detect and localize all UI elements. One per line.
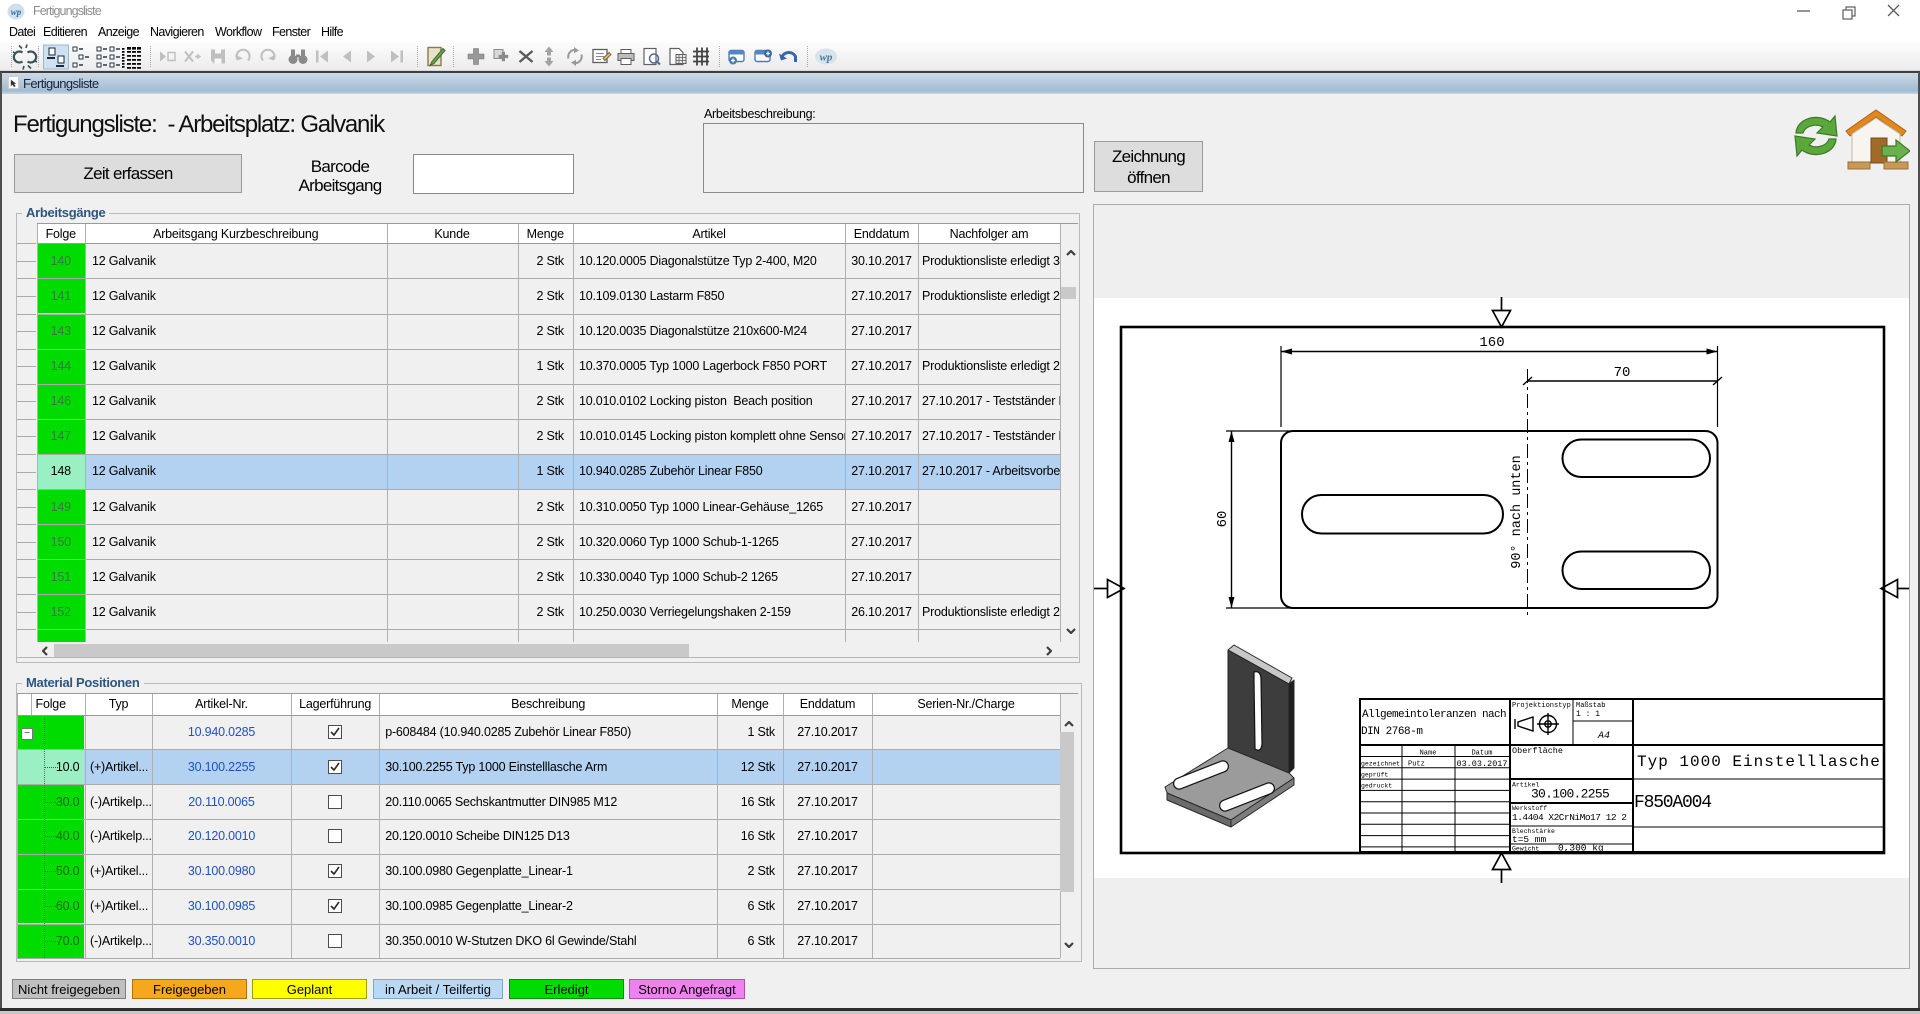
svg-text:90° nach unten: 90° nach unten xyxy=(1510,455,1525,568)
svg-text:70: 70 xyxy=(1614,365,1631,381)
svg-text:60: 60 xyxy=(1215,511,1231,528)
svg-text:Gewicht: Gewicht xyxy=(1512,846,1539,853)
svg-text:Datum: Datum xyxy=(1471,750,1492,758)
svg-text:Oberfläche: Oberfläche xyxy=(1512,746,1563,756)
svg-text:gedruckt: gedruckt xyxy=(1361,783,1392,790)
svg-text:t=5 mm: t=5 mm xyxy=(1512,834,1547,845)
svg-text:geprüft: geprüft xyxy=(1361,772,1388,779)
svg-text:Name: Name xyxy=(1420,750,1437,758)
svg-text:0,300 kg: 0,300 kg xyxy=(1558,843,1604,854)
svg-text:Typ 1000 Einstelllasche: Typ 1000 Einstelllasche xyxy=(1637,753,1881,771)
svg-text:Projektionstyp: Projektionstyp xyxy=(1512,702,1571,710)
svg-text:1.4404 X2CrNiMo17 12 2: 1.4404 X2CrNiMo17 12 2 xyxy=(1512,812,1627,823)
svg-text:160: 160 xyxy=(1479,335,1504,351)
svg-text:Maßstab: Maßstab xyxy=(1576,702,1605,710)
svg-text:30.100.2255: 30.100.2255 xyxy=(1531,787,1609,802)
svg-text:03.03.2017: 03.03.2017 xyxy=(1456,759,1507,769)
svg-text:Putz: Putz xyxy=(1408,761,1425,769)
svg-text:gezeichnet: gezeichnet xyxy=(1361,761,1400,768)
svg-text:A4: A4 xyxy=(1597,731,1610,742)
svg-text:Allgemeintoleranzen nach: Allgemeintoleranzen nach xyxy=(1362,709,1506,721)
svg-text:F850A004: F850A004 xyxy=(1634,793,1711,813)
svg-text:wp: wp xyxy=(820,52,833,64)
svg-text:wp: wp xyxy=(11,7,22,17)
svg-text:Werkstoff: Werkstoff xyxy=(1512,805,1547,812)
svg-text:1 : 1: 1 : 1 xyxy=(1576,710,1600,719)
svg-text:DIN 2768-m: DIN 2768-m xyxy=(1361,726,1423,738)
